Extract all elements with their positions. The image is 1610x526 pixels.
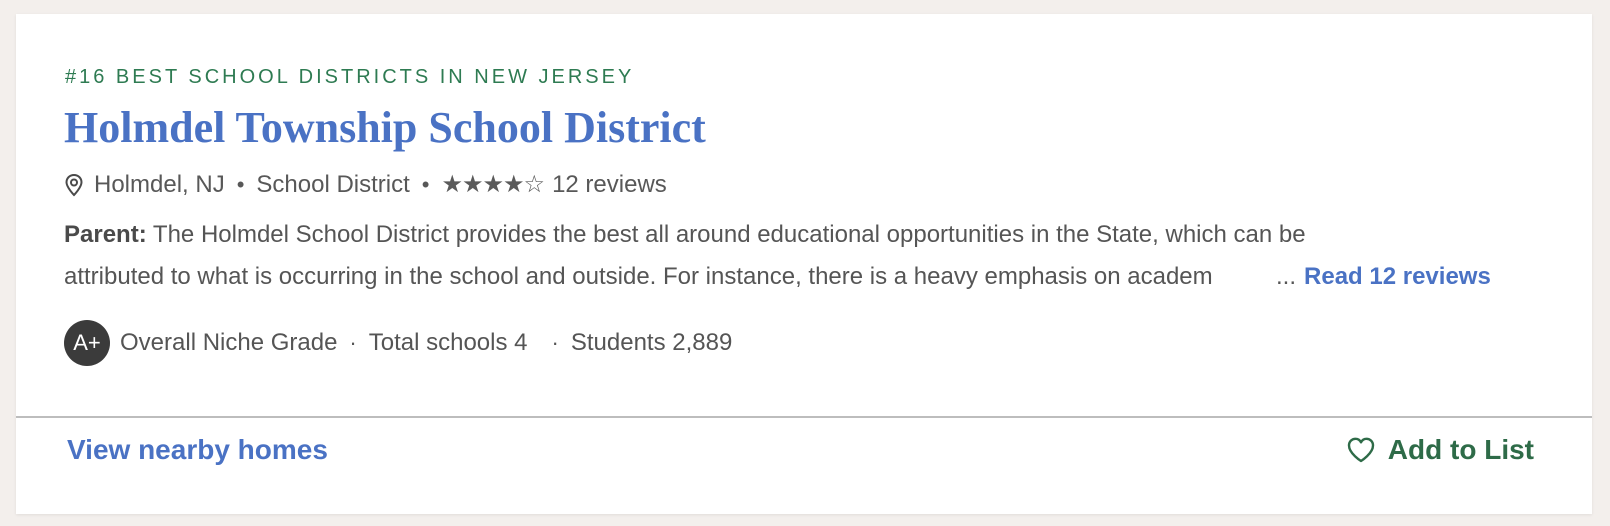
review-text-2: attributed to what is occurring in the s… (64, 263, 1213, 290)
star-filled-icon: ★ (462, 171, 483, 198)
card-divider (16, 416, 1592, 418)
district-title-link[interactable]: Holmdel Township School District (64, 102, 706, 153)
review-line-2: attributed to what is occurring in the s… (64, 256, 1544, 298)
view-nearby-homes-link[interactable]: View nearby homes (67, 434, 328, 466)
search-result-card: #16 BEST SCHOOL DISTRICTS IN NEW JERSEY … (16, 14, 1592, 514)
star-rating: ★ ★ ★ ★ ☆ (441, 170, 545, 199)
reviews-count: 12 reviews (552, 170, 667, 198)
district-meta: Holmdel, NJ • School District • ★ ★ ★ ★ … (64, 170, 667, 199)
total-schools: Total schools 4 (368, 329, 528, 356)
separator-dot: • (421, 171, 430, 197)
read-reviews-link[interactable]: Read 12 reviews (1304, 256, 1491, 298)
location-text: Holmdel, NJ (94, 170, 225, 198)
separator-dot: · (349, 330, 357, 355)
star-filled-icon: ★ (482, 171, 504, 198)
star-filled-icon: ★ (503, 171, 524, 198)
niche-grade-badge: A+ (64, 320, 110, 366)
review-line-1: Parent: The Holmdel School District prov… (64, 214, 1544, 256)
separator-dot: • (236, 171, 245, 197)
review-text-1: The Holmdel School District provides the… (152, 221, 1306, 248)
add-to-list-button[interactable]: Add to List (1346, 434, 1534, 466)
review-author-label: Parent: (64, 221, 147, 248)
card-body: #16 BEST SCHOOL DISTRICTS IN NEW JERSEY … (16, 14, 1592, 416)
star-filled-icon: ★ (441, 171, 462, 198)
review-ellipsis: ... (1276, 263, 1297, 290)
grade-label: Overall Niche Grade (120, 329, 338, 356)
review-excerpt: Parent: The Holmdel School District prov… (64, 214, 1544, 298)
map-pin-icon (64, 173, 84, 197)
add-to-list-label: Add to List (1387, 434, 1534, 465)
district-type: School District (256, 170, 410, 198)
ranking-label: #16 BEST SCHOOL DISTRICTS IN NEW JERSEY (65, 66, 635, 88)
separator-dot: · (551, 330, 559, 355)
students-count: Students 2,889 (570, 329, 733, 356)
grade-summary: A+ Overall Niche Grade · Total schools 4… (64, 320, 732, 366)
star-outline-icon: ☆ (523, 171, 545, 198)
heart-outline-icon (1346, 436, 1376, 464)
